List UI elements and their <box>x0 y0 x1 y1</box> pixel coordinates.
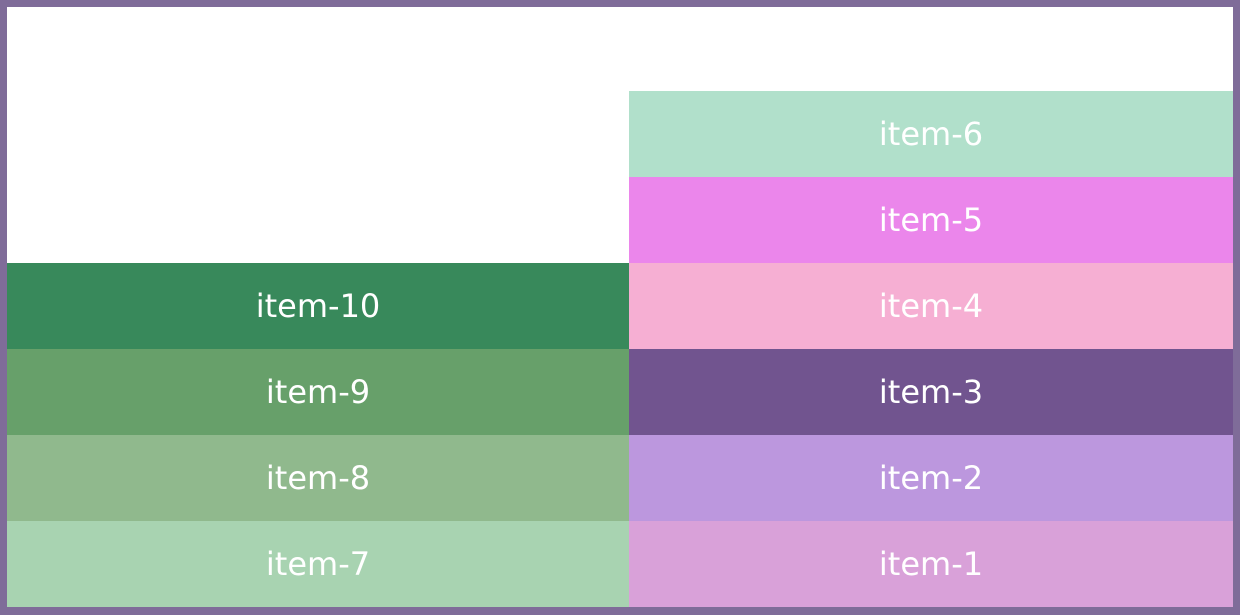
item-7: item-7 <box>7 521 629 607</box>
item-9: item-9 <box>7 349 629 435</box>
container-frame: item-7 item-8 item-9 item-10 item-1 item… <box>0 0 1240 615</box>
item-3: item-3 <box>629 349 1233 435</box>
item-5: item-5 <box>629 177 1233 263</box>
item-2: item-2 <box>629 435 1233 521</box>
left-column: item-7 item-8 item-9 item-10 <box>7 263 629 607</box>
item-10: item-10 <box>7 263 629 349</box>
item-6: item-6 <box>629 91 1233 177</box>
item-8: item-8 <box>7 435 629 521</box>
item-4: item-4 <box>629 263 1233 349</box>
right-column: item-1 item-2 item-3 item-4 item-5 item-… <box>629 91 1233 607</box>
item-1: item-1 <box>629 521 1233 607</box>
